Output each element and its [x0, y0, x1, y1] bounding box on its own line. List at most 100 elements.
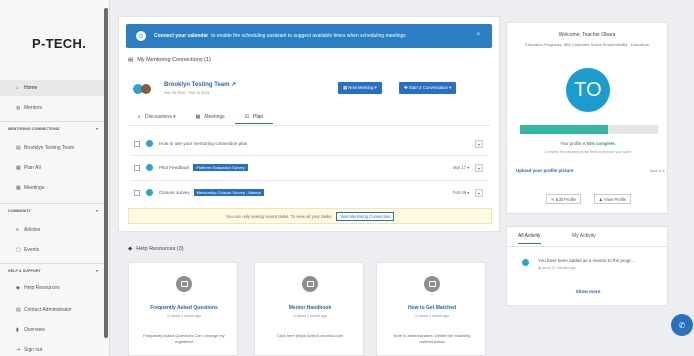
sidebar-item-label: Home: [24, 85, 38, 91]
task-due-date[interactable]: Mar 17 ▾: [453, 165, 469, 170]
progress-fill: [520, 125, 609, 134]
sidebar-item-events[interactable]: ▢ Events: [0, 242, 104, 258]
survey-tag[interactable]: Platform Evaluation Survey: [193, 164, 248, 171]
sidebar-item-home[interactable]: ⌂ Home: [0, 80, 104, 96]
sidebar-item-help-resources[interactable]: ◆ Help Resources: [0, 280, 104, 296]
help-icon: ◆: [16, 285, 20, 291]
resource-title[interactable]: Frequently Asked Questions: [129, 305, 239, 311]
calendar-icon: ▦: [16, 185, 21, 191]
calendar-icon: ⊙: [136, 31, 146, 41]
divider: [130, 155, 488, 156]
task-dot: [146, 140, 153, 147]
document-icon: [302, 276, 318, 292]
tab-discussions[interactable]: ◐ Discussions ▾: [128, 110, 186, 124]
section-help-support[interactable]: HELP & SUPPORT ▾: [0, 265, 104, 276]
resource-meta: ⊙ about 1 month ago: [167, 314, 201, 318]
task-checkbox[interactable]: [134, 189, 140, 196]
chevron-down-icon[interactable]: ▾: [475, 164, 483, 172]
sidebar-item-brooklyn-testing-team[interactable]: ▤ Brooklyn Testing Team: [0, 140, 104, 156]
edit-profile-button[interactable]: ✎ Edit Profile: [546, 194, 581, 204]
start-conversation-button[interactable]: ✚ Start a Conversation ▾: [399, 82, 457, 94]
sidebar-item-label: Sign out: [24, 347, 43, 353]
chevron-down-icon: ▾: [96, 268, 98, 273]
tab-label: Discussions ▾: [145, 114, 176, 120]
sidebar-item-contact-administrator[interactable]: ▤ Contact Administrator: [0, 302, 104, 318]
task-checkbox[interactable]: [134, 164, 140, 171]
tab-divider: [506, 246, 668, 247]
chevron-down-icon[interactable]: ▾: [475, 140, 483, 148]
profile-hint: Complete the following profile fields to…: [544, 150, 632, 154]
tab-label: Meetings: [204, 114, 225, 120]
sidebar-item-overview[interactable]: ▮ Overview: [0, 322, 104, 338]
resource-title[interactable]: Mentor Handbook: [255, 305, 365, 311]
home-icon: ⌂: [16, 85, 20, 91]
upload-picture-link[interactable]: Upload your profile picture: [516, 168, 574, 173]
document-icon: [424, 276, 440, 292]
activity-message[interactable]: You have been added as a mentor to the p…: [538, 258, 634, 263]
sidebar-item-label: Meetings: [24, 185, 45, 191]
tab-all-activity[interactable]: All Activity: [518, 233, 541, 244]
team-name-link[interactable]: Brooklyn Testing Team ↗: [164, 81, 236, 88]
sidebar-item-articles[interactable]: ≡ Articles: [0, 222, 104, 238]
section-community[interactable]: COMMUNITY ▾: [0, 205, 104, 216]
sidebar-item-mentors[interactable]: ◍ Mentors: [0, 100, 104, 116]
task-checkbox[interactable]: [134, 140, 140, 147]
task-title: Pilot Feedback: [159, 165, 190, 170]
sidebar: P-TECH. ⌂ Home ◍ Mentors MENTORING CONNE…: [0, 0, 110, 356]
resource-title[interactable]: How to Get Matched: [377, 305, 487, 311]
new-meeting-button[interactable]: ▦ New Meeting ▾: [338, 82, 382, 94]
sidebar-item-label: Overview: [24, 327, 45, 333]
plan-row[interactable]: Closure survey Mentorship Closure Survey…: [134, 189, 264, 196]
profile-progress-bar: [520, 125, 658, 134]
divider: [0, 121, 104, 122]
sidebar-item-plan-all[interactable]: ▦ Plan All: [0, 160, 104, 176]
plan-icon: ▦: [16, 165, 21, 171]
resource-card[interactable]: How to Get Matched ⊙ about 1 month ago N…: [376, 262, 486, 356]
sidebar-item-sign-out[interactable]: ⇥ Sign out: [0, 342, 104, 356]
avatar[interactable]: TO: [566, 68, 610, 112]
section-label: HELP & SUPPORT: [8, 268, 41, 273]
plan-row[interactable]: How to use your mentoring connection pla…: [134, 140, 247, 147]
resource-card[interactable]: Mentor Handbook ⊙ about 1 month ago Clic…: [254, 262, 364, 356]
task-title: How to use your mentoring connection pla…: [159, 141, 248, 146]
chat-button[interactable]: ✆: [671, 314, 693, 336]
sidebar-scrollbar[interactable]: [104, 8, 108, 338]
chevron-down-icon: ▾: [96, 126, 98, 131]
view-profile-button[interactable]: ♟ View Profile: [594, 194, 631, 204]
section-mentoring-connections[interactable]: MENTORING CONNECTIONS ▾: [0, 123, 104, 134]
divider: [0, 263, 104, 264]
calendar-icon: ▦: [195, 114, 201, 120]
chat-icon: ✆: [678, 320, 686, 330]
survey-tag[interactable]: Mentorship Closure Survey - Mentor: [193, 189, 264, 196]
resource-card[interactable]: Frequently Asked Questions ⊙ about 1 mon…: [128, 262, 238, 356]
task-due-date[interactable]: Feb 09 ▾: [453, 190, 469, 195]
resource-body: Note to administrators: Delete the match…: [393, 333, 471, 344]
close-icon[interactable]: ×: [476, 32, 480, 38]
recent-tasks-notice: You can only seeing recent tasks. To vie…: [128, 208, 492, 224]
contact-icon: ▤: [16, 307, 21, 313]
notice-text: You can only seeing recent tasks. To vie…: [225, 213, 333, 219]
activity-dot: [522, 259, 529, 266]
connection-tabs: ◐ Discussions ▾ ▦ Meetings ☑ Plan: [128, 110, 274, 124]
section-title-text: Help Resources (3): [136, 246, 184, 252]
visit-connection-button[interactable]: Visit Mentoring Connection: [336, 211, 395, 221]
document-icon: [176, 276, 192, 292]
connect-calendar-link[interactable]: Connect your calendar: [154, 33, 208, 39]
complete-prefix: Your profile is: [560, 141, 586, 146]
discussion-icon: ◐: [138, 114, 142, 120]
mentoring-connections-title: ▤ My Mentoring Connections (1): [128, 57, 211, 63]
back-link[interactable]: Back to 6: [650, 169, 665, 173]
calendar-banner: ⊙ Connect your calendar to enable the sc…: [126, 24, 492, 48]
show-more-link[interactable]: Show more: [508, 289, 668, 294]
welcome-text: Welcome, Teacher Obara: [558, 32, 616, 38]
sidebar-item-meetings[interactable]: ▦ Meetings: [0, 180, 104, 196]
plan-row[interactable]: Pilot Feedback Platform Evaluation Surve…: [134, 164, 248, 171]
mentoring-card: [118, 16, 500, 232]
chevron-down-icon: ▾: [96, 208, 98, 213]
team-dates: Feb 05 2020 - Feb 11 2021: [164, 91, 210, 95]
chevron-down-icon[interactable]: ▾: [475, 189, 483, 197]
tab-plan[interactable]: ☑ Plan: [234, 110, 274, 124]
profile-complete-text: Your profile is 64% complete.: [508, 141, 668, 146]
tab-meetings[interactable]: ▦ Meetings: [186, 110, 235, 124]
tab-my-activity[interactable]: My Activity: [572, 233, 596, 239]
